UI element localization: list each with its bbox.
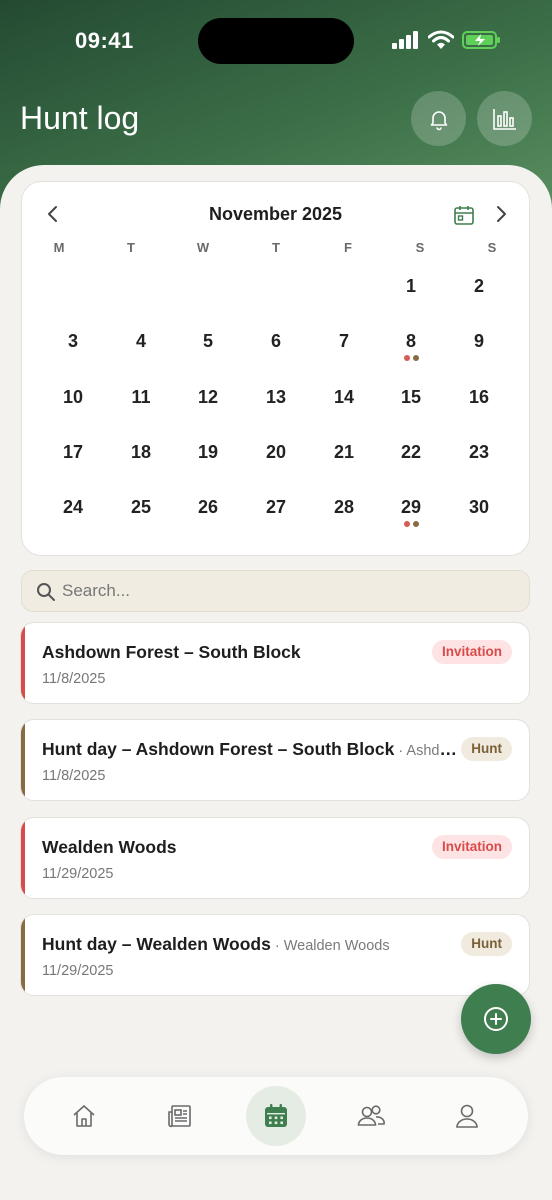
page-title: Hunt log (20, 100, 140, 136)
status-badge: Hunt (461, 737, 512, 761)
calendar-day-marked[interactable]: 29 (389, 497, 433, 518)
calendar-day[interactable]: 26 (186, 497, 230, 518)
calendar-day[interactable]: 15 (389, 387, 433, 408)
people-icon (357, 1105, 385, 1126)
calendar-day[interactable]: 6 (254, 331, 298, 352)
bell-icon (430, 110, 447, 130)
calendar-day[interactable]: 20 (254, 442, 298, 463)
search-input[interactable] (62, 577, 502, 605)
plus-circle-icon (484, 1007, 508, 1031)
notifications-button[interactable] (411, 91, 466, 146)
tab-people[interactable] (341, 1086, 401, 1146)
event-title: Hunt day – Wealden Woods (42, 934, 271, 954)
bar-chart-icon (492, 108, 516, 130)
tab-calendar[interactable] (246, 1086, 306, 1146)
event-card-invitation[interactable]: Wealden Woods 11/29/2025 Invitation (20, 817, 530, 899)
event-date: 11/8/2025 (42, 671, 106, 687)
event-location: Ashdown Forest – South Block (406, 743, 462, 759)
event-type-indicator (21, 720, 25, 800)
weekday-label: T (127, 240, 135, 255)
status-time: 09:41 (75, 28, 134, 53)
event-card-hunt[interactable]: Hunt day – Wealden Woods · Wealden Woods… (20, 914, 530, 996)
calendar-day[interactable]: 28 (322, 497, 366, 518)
calendar-day[interactable]: 4 (119, 331, 163, 352)
search-icon (37, 583, 55, 601)
battery-icon (462, 31, 500, 49)
weekday-label: F (344, 240, 352, 255)
calendar-day[interactable]: 17 (51, 442, 95, 463)
hunt-marker (412, 355, 419, 361)
calendar-day[interactable]: 10 (51, 387, 95, 408)
calendar-day[interactable]: 3 (51, 331, 95, 352)
calendar-day[interactable]: 25 (119, 497, 163, 518)
next-month-button[interactable] (492, 204, 510, 224)
weekday-label: S (415, 240, 425, 255)
dynamic-island (198, 18, 354, 64)
event-title: Hunt day – Ashdown Forest – South Block (42, 739, 395, 759)
calendar-day[interactable]: 11 (119, 387, 163, 408)
calendar-day[interactable]: 23 (457, 442, 501, 463)
calendar-icon (265, 1104, 287, 1127)
calendar-day[interactable]: 30 (457, 497, 501, 518)
invitation-marker (403, 355, 410, 361)
event-title-row: Hunt day – Ashdown Forest – South Block … (42, 739, 462, 760)
event-title-row: Hunt day – Wealden Woods · Wealden Woods (42, 934, 390, 954)
event-type-indicator (21, 623, 25, 703)
weekday-label: M (53, 240, 65, 255)
calendar-day[interactable]: 24 (51, 497, 95, 518)
event-card-invitation[interactable]: Ashdown Forest – South Block 11/8/2025 I… (20, 622, 530, 704)
event-card-hunt[interactable]: Hunt day – Ashdown Forest – South Block … (20, 719, 530, 801)
calendar-today-button[interactable] (453, 204, 475, 226)
calendar-day-marked[interactable]: 8 (389, 331, 433, 352)
event-type-indicator (21, 818, 25, 898)
home-icon (73, 1105, 95, 1127)
status-badge: Invitation (432, 640, 512, 664)
calendar-day[interactable]: 13 (254, 387, 298, 408)
event-markers (389, 355, 433, 361)
calendar-day[interactable]: 9 (457, 331, 501, 352)
tab-news[interactable] (150, 1086, 210, 1146)
calendar-day[interactable]: 16 (457, 387, 501, 408)
tab-home[interactable] (54, 1086, 114, 1146)
calendar-day[interactable]: 12 (186, 387, 230, 408)
calendar-day[interactable]: 5 (186, 331, 230, 352)
calendar-day[interactable]: 27 (254, 497, 298, 518)
tab-bar (24, 1077, 528, 1155)
statistics-button[interactable] (477, 91, 532, 146)
event-title: Ashdown Forest – South Block (42, 642, 301, 662)
profile-icon (456, 1104, 478, 1128)
weekday-label: W (196, 240, 210, 255)
invitation-marker (403, 521, 410, 527)
hunt-marker (412, 521, 419, 527)
calendar-day[interactable]: 2 (457, 276, 501, 297)
calendar-card: November 2025 M T W T F S S 1 2 3 4 5 6 … (21, 181, 530, 556)
calendar-day[interactable]: 14 (322, 387, 366, 408)
status-badge: Hunt (461, 932, 512, 956)
weekday-label: S (487, 240, 497, 255)
calendar-day[interactable]: 19 (186, 442, 230, 463)
search-bar (21, 570, 530, 612)
news-icon (168, 1105, 191, 1128)
status-badge: Invitation (432, 835, 512, 859)
calendar-day[interactable]: 22 (389, 442, 433, 463)
event-location: Wealden Woods (283, 938, 390, 954)
event-date: 11/8/2025 (42, 768, 106, 784)
status-bar: 09:41 (0, 18, 552, 64)
wifi-icon (428, 30, 454, 49)
calendar-day[interactable]: 1 (389, 276, 433, 297)
event-title: Wealden Woods (42, 837, 177, 857)
calendar-day[interactable]: 18 (119, 442, 163, 463)
event-date: 11/29/2025 (42, 963, 114, 979)
event-markers (389, 521, 433, 527)
calendar-day[interactable]: 7 (322, 331, 366, 352)
weekday-label: T (272, 240, 280, 255)
add-event-button[interactable] (461, 984, 531, 1054)
calendar-day[interactable]: 21 (322, 442, 366, 463)
tab-profile[interactable] (437, 1086, 497, 1146)
signal-icon (392, 31, 418, 49)
event-type-indicator (21, 915, 25, 995)
event-date: 11/29/2025 (42, 866, 114, 882)
